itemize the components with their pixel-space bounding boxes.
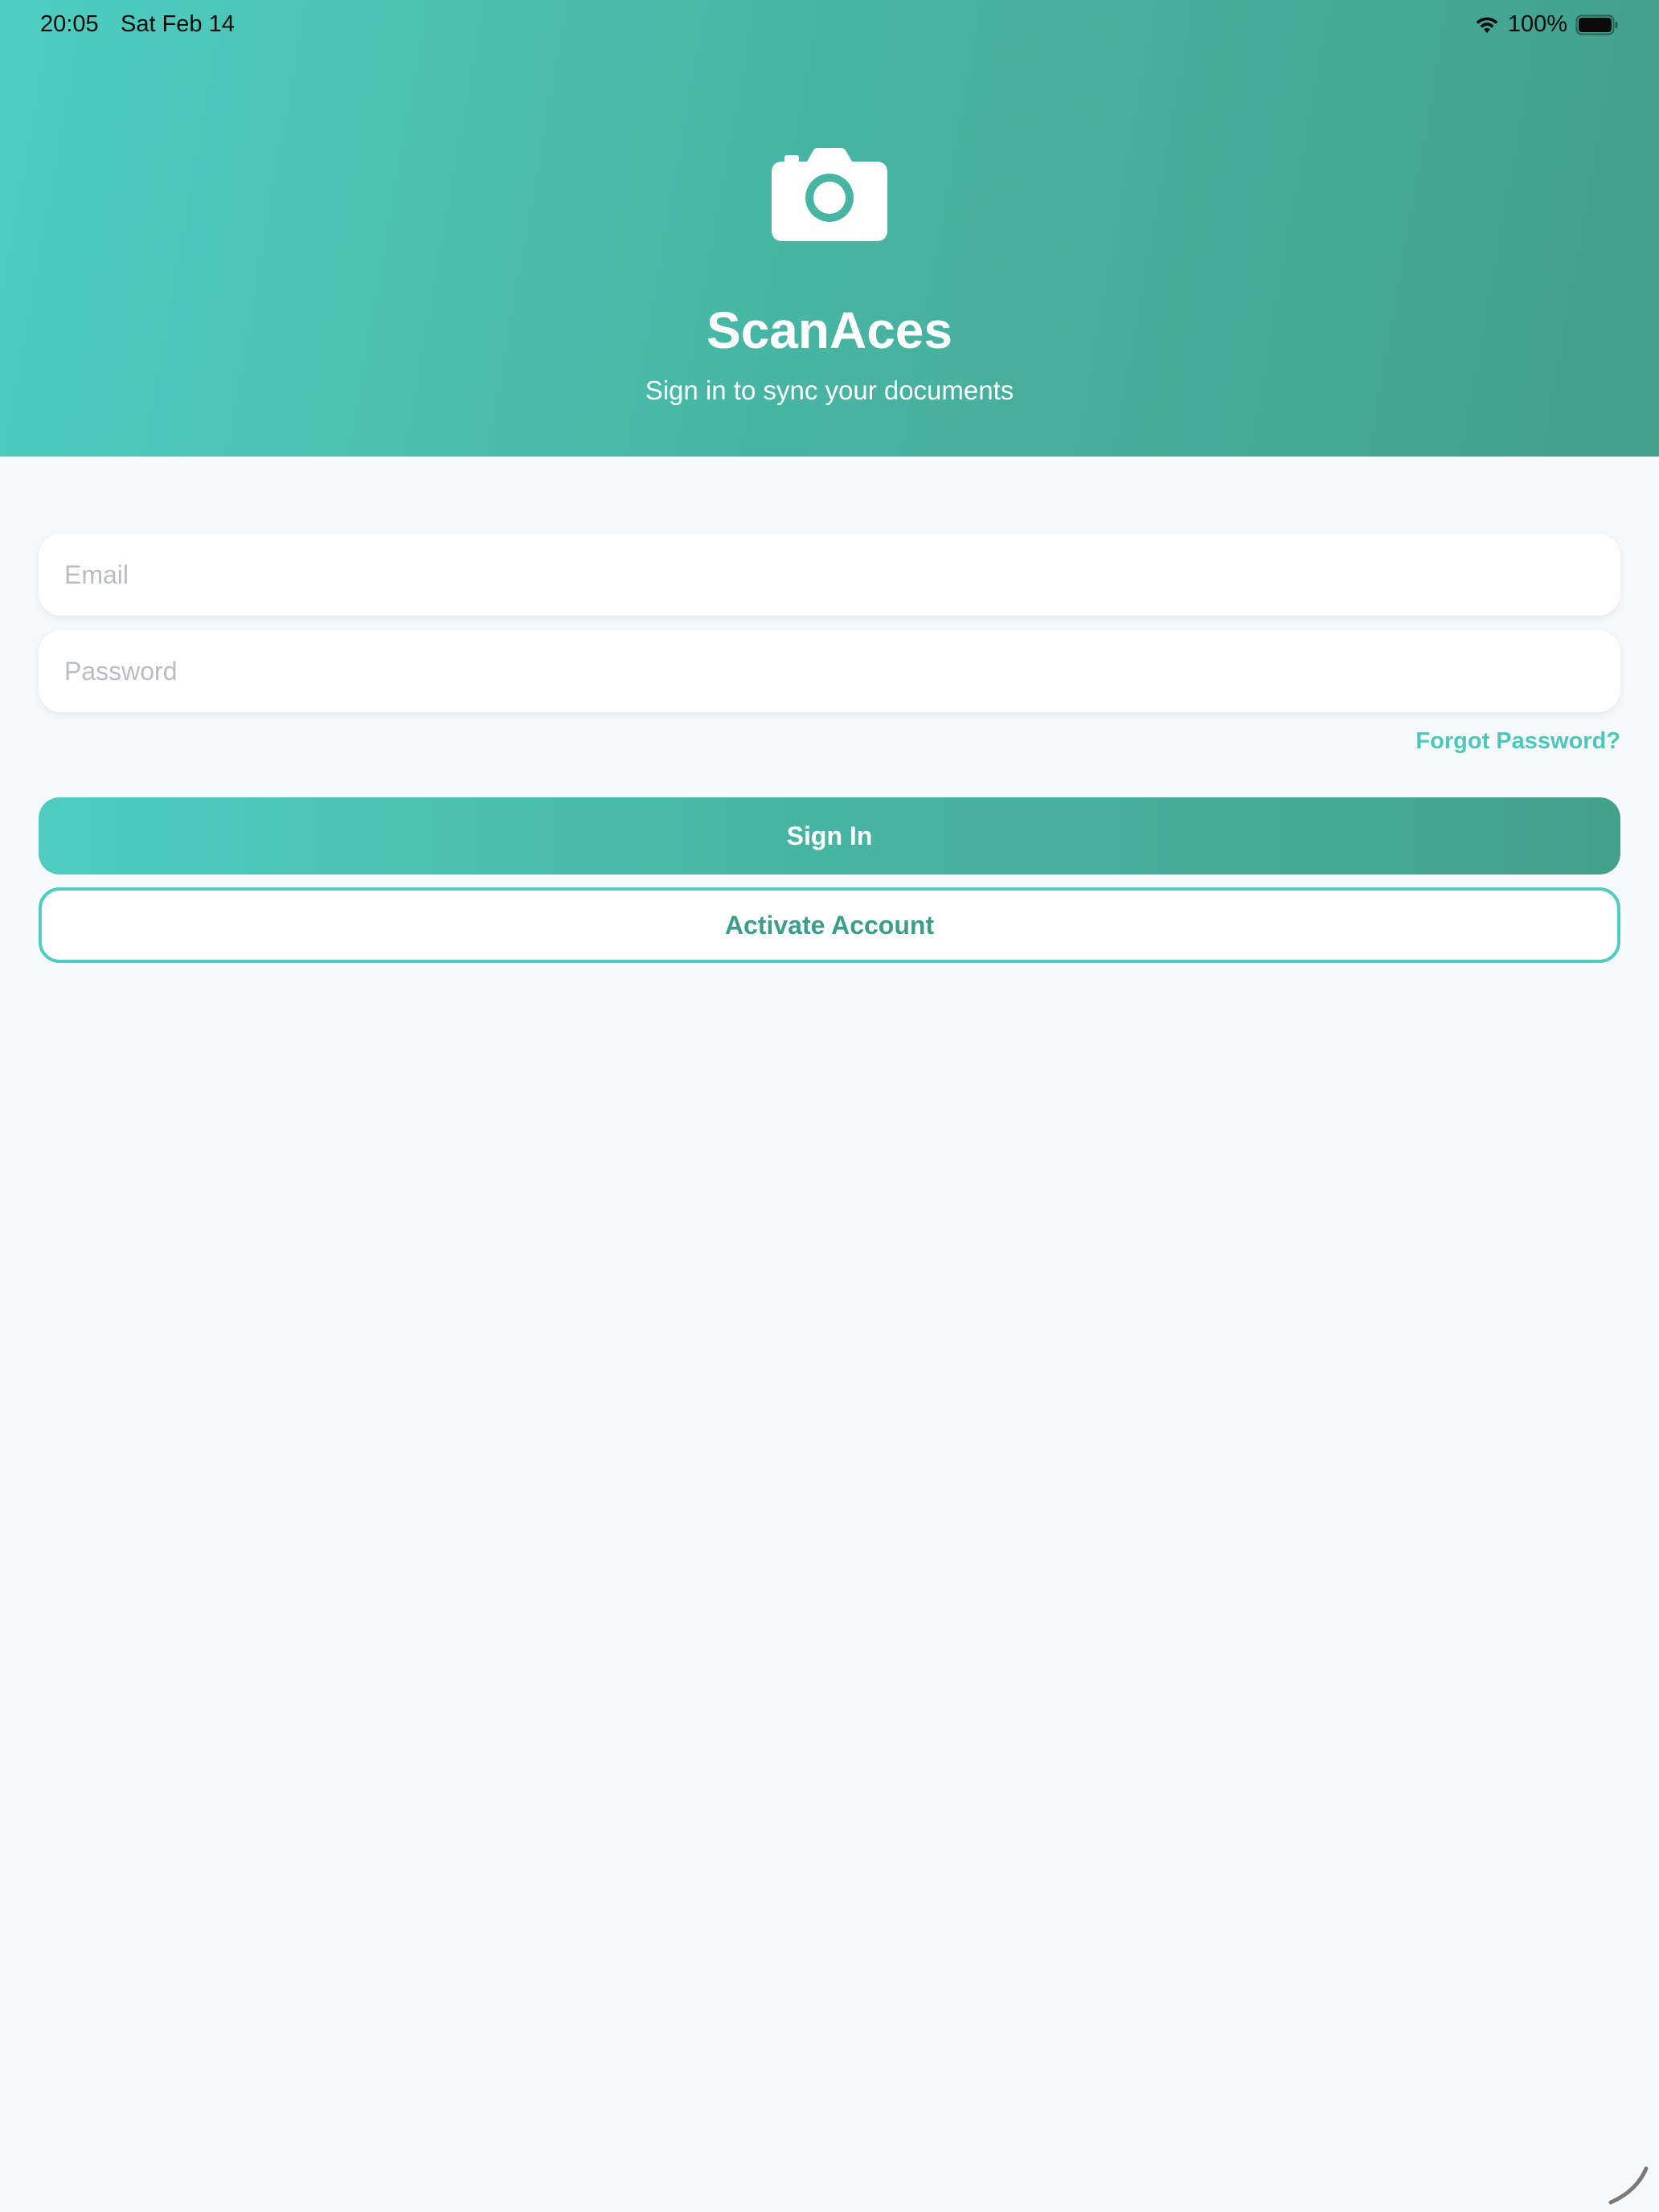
camera-icon [772, 148, 887, 241]
header-banner: 20:05 Sat Feb 14 100% ScanAces Sign in t… [0, 0, 1659, 457]
status-indicators: 100% [1474, 11, 1619, 38]
password-field[interactable] [39, 630, 1620, 712]
email-input[interactable] [39, 534, 1620, 616]
resize-handle-icon[interactable] [1604, 2159, 1653, 2207]
email-field[interactable] [39, 534, 1620, 616]
battery-icon [1575, 14, 1618, 35]
app-title: ScanAces [707, 301, 952, 359]
battery-percentage: 100% [1507, 11, 1567, 37]
status-time: 20:05 [40, 11, 99, 37]
password-input[interactable] [39, 630, 1620, 712]
forgot-password-link[interactable]: Forgot Password? [1415, 728, 1620, 755]
status-bar: 20:05 Sat Feb 14 100% [0, 0, 1659, 51]
status-date: Sat Feb 14 [121, 11, 235, 37]
wifi-icon [1476, 17, 1498, 33]
sign-in-button[interactable]: Sign In [39, 797, 1620, 875]
app-subtitle: Sign in to sync your documents [645, 375, 1014, 405]
activate-account-button[interactable]: Activate Account [39, 887, 1620, 963]
